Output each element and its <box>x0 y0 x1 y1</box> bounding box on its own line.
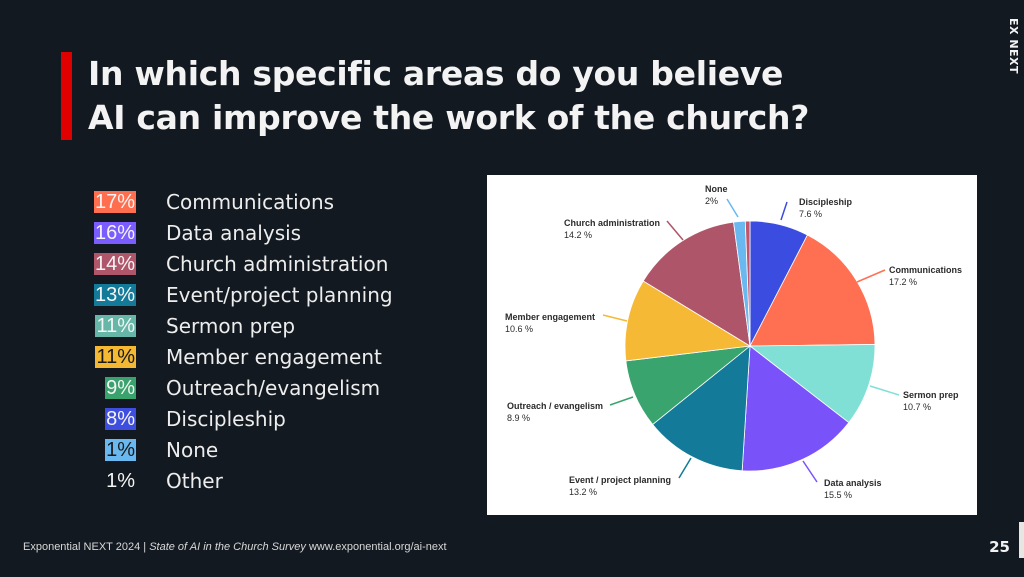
percent-badge-wrap: 9% <box>88 376 136 399</box>
legend-row: 14% Church administration <box>88 248 448 279</box>
legend-category: Data analysis <box>166 220 302 245</box>
slice-value-label: 14.2 % <box>564 230 592 240</box>
percent-badge-wrap: 1% <box>88 438 136 461</box>
legend-category: Discipleship <box>166 406 286 431</box>
leader-line <box>869 385 900 396</box>
slice-value-label: 17.2 % <box>889 277 917 287</box>
percent-badge: 16% <box>93 221 136 244</box>
slice-value-label: 13.2 % <box>569 487 597 497</box>
slice-label: Outreach / evangelism <box>507 401 603 411</box>
brand-logo: EX NEXT <box>1007 18 1020 75</box>
leader-line <box>856 269 886 283</box>
slice-value-label: 10.6 % <box>505 324 533 334</box>
legend-category: Church administration <box>166 251 389 276</box>
legend-row: 13% Event/project planning <box>88 279 448 310</box>
slice-value-label: 10.7 % <box>903 402 931 412</box>
slice-value-label: 8.9 % <box>507 413 530 423</box>
leader-line <box>602 314 628 322</box>
percent-badge-wrap: 16% <box>88 221 136 244</box>
legend-category: Communications <box>166 189 335 214</box>
legend-category: Sermon prep <box>166 313 296 338</box>
legend-row: 8% Discipleship <box>88 403 448 434</box>
slice-label: Data analysis <box>824 478 882 488</box>
leader-line <box>666 220 684 241</box>
slice-value-label: 7.6 % <box>799 209 822 219</box>
percent-legend: 17% Communications 16% Data analysis 14% Chur… <box>88 186 448 496</box>
legend-category: Other <box>166 468 223 493</box>
percent-badge: 17% <box>93 190 136 213</box>
slice-label: Church administration <box>564 218 660 228</box>
percent-badge-wrap: 11% <box>88 314 136 337</box>
percent-badge-wrap: 13% <box>88 283 136 306</box>
percent-badge-wrap: 1% <box>88 470 136 492</box>
leader-line <box>609 396 634 406</box>
percent-badge: 9% <box>105 376 136 399</box>
legend-row: 1% Other <box>88 465 448 496</box>
slide-title: In which specific areas do you believe A… <box>88 52 809 140</box>
legend-row: 1% None <box>88 434 448 465</box>
percent-badge: 1% <box>105 438 136 461</box>
percent-badge-wrap: 14% <box>88 252 136 275</box>
legend-category: Event/project planning <box>166 282 393 307</box>
pie-chart-panel: Discipleship 7.6 % Communications 17.2 % Ser… <box>487 175 977 515</box>
legend-row: 11% Sermon prep <box>88 310 448 341</box>
legend-row: 11% Member engagement <box>88 341 448 372</box>
leader-line <box>802 460 818 483</box>
slide-edge-strip <box>1019 522 1024 558</box>
slice-value-label: 15.5 % <box>824 490 852 500</box>
slide-title-line-1: In which specific areas do you believe <box>88 54 784 93</box>
pie-chart: Discipleship 7.6 % Communications 17.2 % Ser… <box>505 184 962 500</box>
percent-badge: 1% <box>106 469 135 492</box>
legend-category: Member engagement <box>166 344 382 369</box>
percent-badge: 14% <box>93 252 136 275</box>
legend-category: Outreach/evangelism <box>166 375 381 400</box>
percent-badge: 8% <box>105 407 136 430</box>
slice-label: Event / project planning <box>569 475 671 485</box>
leader-line <box>678 457 692 479</box>
title-accent-bar <box>61 52 72 140</box>
percent-badge: 11% <box>95 345 136 368</box>
footer-url: www.exponential.org/ai-next <box>305 541 447 553</box>
percent-badge-wrap: 11% <box>88 345 136 368</box>
percent-badge: 11% <box>95 314 136 337</box>
legend-category: None <box>166 437 219 462</box>
slice-value-label: 2% <box>705 196 718 206</box>
percent-badge-wrap: 8% <box>88 407 136 430</box>
legend-row: 9% Outreach/evangelism <box>88 372 448 403</box>
percent-badge-wrap: 17% <box>88 190 136 213</box>
slice-label: Communications <box>889 265 962 275</box>
leader-line <box>726 198 739 218</box>
slice-label: Sermon prep <box>903 390 959 400</box>
slice-label: Discipleship <box>799 197 853 207</box>
legend-row: 17% Communications <box>88 186 448 217</box>
slide-title-line-2: AI can improve the work of the church? <box>88 98 810 137</box>
slice-label: None <box>705 184 728 194</box>
footer-source: Exponential NEXT 2024 | State of AI in t… <box>23 541 447 553</box>
legend-row: 16% Data analysis <box>88 217 448 248</box>
footer-prefix: Exponential NEXT 2024 | <box>23 541 150 553</box>
leader-line <box>780 201 788 221</box>
slice-label: Member engagement <box>505 312 595 322</box>
footer-survey-title: State of AI in the Church Survey <box>149 541 306 553</box>
percent-badge: 13% <box>93 283 136 306</box>
page-number: 25 <box>989 538 1010 556</box>
